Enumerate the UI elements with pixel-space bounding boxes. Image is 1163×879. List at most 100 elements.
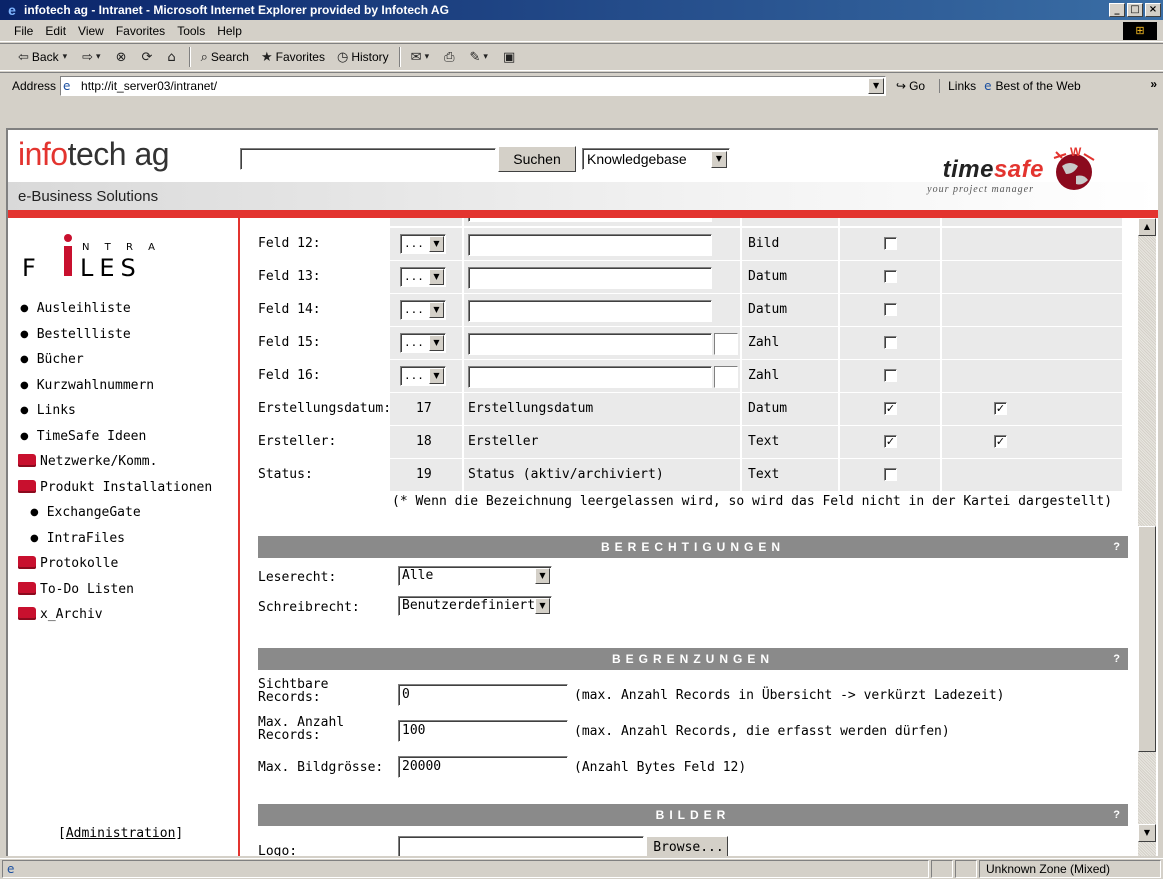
field-length-input[interactable] xyxy=(714,333,738,355)
bullet-icon: ● xyxy=(30,507,39,519)
visible-records-input[interactable]: 0 xyxy=(398,684,568,706)
sidebar-item[interactable]: ● Bestellliste xyxy=(18,322,212,348)
field-name-input[interactable] xyxy=(468,300,712,322)
toolbar-separator xyxy=(188,47,191,67)
field-datatype: Text xyxy=(748,434,780,449)
field-type-select[interactable]: ... ▼ xyxy=(400,234,446,254)
field-visible-checkbox[interactable] xyxy=(884,237,897,250)
field-visible-checkbox[interactable] xyxy=(884,336,897,349)
links-label[interactable]: Links xyxy=(939,78,976,93)
stop-button[interactable]: ⊗ xyxy=(110,50,136,65)
print-button[interactable]: ⎙ xyxy=(438,50,463,65)
sidebar-item[interactable]: Produkt Installationen xyxy=(18,475,212,501)
read-permission-select[interactable]: Alle ▼ xyxy=(398,566,552,586)
maximize-button[interactable]: □ xyxy=(1127,3,1143,17)
sidebar-item[interactable]: Netzwerke/Komm. xyxy=(18,449,212,475)
best-of-web-link[interactable]: e Best of the Web xyxy=(984,79,1081,93)
stop-icon: ⊗ xyxy=(115,49,127,65)
field-name-input[interactable] xyxy=(468,267,712,289)
field-type-select[interactable]: ... ▼ xyxy=(400,300,446,320)
help-icon[interactable]: ? xyxy=(1113,536,1120,558)
field-datatype: Datum xyxy=(748,401,788,416)
field-visible-checkbox[interactable] xyxy=(884,303,897,316)
menu-favorites[interactable]: Favorites xyxy=(110,24,171,38)
history-button[interactable]: ◷ History xyxy=(331,50,395,65)
toolbar: ⇦ Back ▾ ⇨ ▾ ⊗ ⟳ ⌂ ⌕ Search ★ Favorites ◷ Hist… xyxy=(0,43,1163,71)
edit-button[interactable]: ✎ ▾ xyxy=(464,50,497,65)
logo-file-input[interactable] xyxy=(398,836,644,856)
sidebar-item[interactable]: ● Links xyxy=(18,398,212,424)
chevron-down-icon: ▼ xyxy=(535,598,550,614)
field-name-input[interactable] xyxy=(468,234,712,256)
mail-button[interactable]: ✉ ▾ xyxy=(405,50,438,65)
logo-label: Logo: xyxy=(258,844,298,856)
close-button[interactable]: × xyxy=(1145,3,1161,17)
menu-help[interactable]: Help xyxy=(211,24,248,38)
forward-arrow-icon: ⇨ xyxy=(82,49,94,65)
field-name-input[interactable] xyxy=(468,366,712,388)
address-dropdown-arrow-icon[interactable]: ▼ xyxy=(868,77,885,94)
home-button[interactable]: ⌂ xyxy=(161,50,184,65)
more-links-icon[interactable]: » xyxy=(1150,77,1157,91)
go-button[interactable]: ↪ Go xyxy=(896,79,925,93)
security-zone: Unknown Zone (Mixed) xyxy=(979,860,1161,878)
scroll-down-icon[interactable]: ▼ xyxy=(1138,824,1156,842)
field-visible-checkbox[interactable] xyxy=(884,468,897,481)
menu-edit[interactable]: Edit xyxy=(39,24,72,38)
field-visible-checkbox[interactable]: ✓ xyxy=(884,402,897,415)
site-search-input[interactable] xyxy=(240,148,496,170)
field-type-select[interactable]: ... ▼ xyxy=(400,333,446,353)
field-required-checkbox[interactable]: ✓ xyxy=(994,435,1007,448)
help-icon[interactable]: ? xyxy=(1113,648,1120,670)
folder-icon xyxy=(18,454,36,468)
field-visible-checkbox[interactable] xyxy=(884,270,897,283)
sidebar-item[interactable]: ● ExchangeGate xyxy=(18,500,212,526)
field-visible-checkbox[interactable] xyxy=(884,369,897,382)
admin-link[interactable]: [Administration] xyxy=(58,826,183,841)
field-type-select[interactable]: ... ▼ xyxy=(400,366,446,386)
back-button[interactable]: ⇦ Back ▾ xyxy=(12,50,76,65)
scroll-up-icon[interactable]: ▲ xyxy=(1138,218,1156,236)
sidebar-item[interactable]: x_Archiv xyxy=(18,602,212,628)
field-number: 18 xyxy=(416,434,432,449)
search-button[interactable]: ⌕ Search xyxy=(195,50,255,65)
menu-view[interactable]: View xyxy=(72,24,110,38)
sidebar-item[interactable]: Protokolle xyxy=(18,551,212,577)
field-datatype: Bild xyxy=(748,236,780,251)
sidebar-item[interactable]: ● Bücher xyxy=(18,347,212,373)
scroll-thumb[interactable] xyxy=(1138,526,1156,752)
search-scope-select[interactable]: Knowledgebase ▼ xyxy=(582,148,730,170)
field-required-checkbox[interactable]: ✓ xyxy=(994,402,1007,415)
help-icon[interactable]: ? xyxy=(1113,804,1120,826)
sidebar-item-label: Bücher xyxy=(36,352,84,368)
sidebar-item[interactable]: ● TimeSafe Ideen xyxy=(18,424,212,450)
minimize-button[interactable]: _ xyxy=(1109,3,1125,17)
browse-button[interactable]: Browse... xyxy=(646,836,728,856)
sidebar-item[interactable]: ● Ausleihliste xyxy=(18,296,212,322)
status-pane xyxy=(955,860,977,878)
menu-tools[interactable]: Tools xyxy=(171,24,211,38)
field-name-input[interactable] xyxy=(468,333,712,355)
field-visible-checkbox[interactable]: ✓ xyxy=(884,435,897,448)
favorites-button[interactable]: ★ Favorites xyxy=(255,50,331,65)
menu-file[interactable]: File xyxy=(8,24,39,38)
discuss-button[interactable]: ▣ xyxy=(497,50,524,65)
max-image-size-input[interactable]: 20000 xyxy=(398,756,568,778)
field-type-select[interactable]: ... ▼ xyxy=(400,267,446,287)
site-search-button[interactable]: Suchen xyxy=(498,146,576,172)
max-records-input[interactable]: 100 xyxy=(398,720,568,742)
svg-text:N T R A: N T R A xyxy=(82,242,161,253)
forward-button[interactable]: ⇨ ▾ xyxy=(76,50,109,65)
max-records-hint: (max. Anzahl Records, die erfasst werden… xyxy=(574,724,950,739)
timesafe-logo: timesafe xyxy=(942,156,1044,183)
sidebar-item[interactable]: ● IntraFiles xyxy=(18,526,212,552)
field-length-input[interactable] xyxy=(714,366,738,388)
folder-icon xyxy=(18,556,36,570)
sidebar-item[interactable]: To-Do Listen xyxy=(18,577,212,603)
max-records-label: Max. Anzahl Records: xyxy=(258,715,345,743)
refresh-button[interactable]: ⟳ xyxy=(135,50,161,65)
vertical-scrollbar[interactable]: ▲ ▼ xyxy=(1138,218,1156,856)
sidebar-item[interactable]: ● Kurzwahlnummern xyxy=(18,373,212,399)
write-permission-select[interactable]: Benutzerdefiniert ▼ xyxy=(398,596,552,616)
address-input[interactable]: e http://it_server03/intranet/ ▼ xyxy=(60,75,887,96)
